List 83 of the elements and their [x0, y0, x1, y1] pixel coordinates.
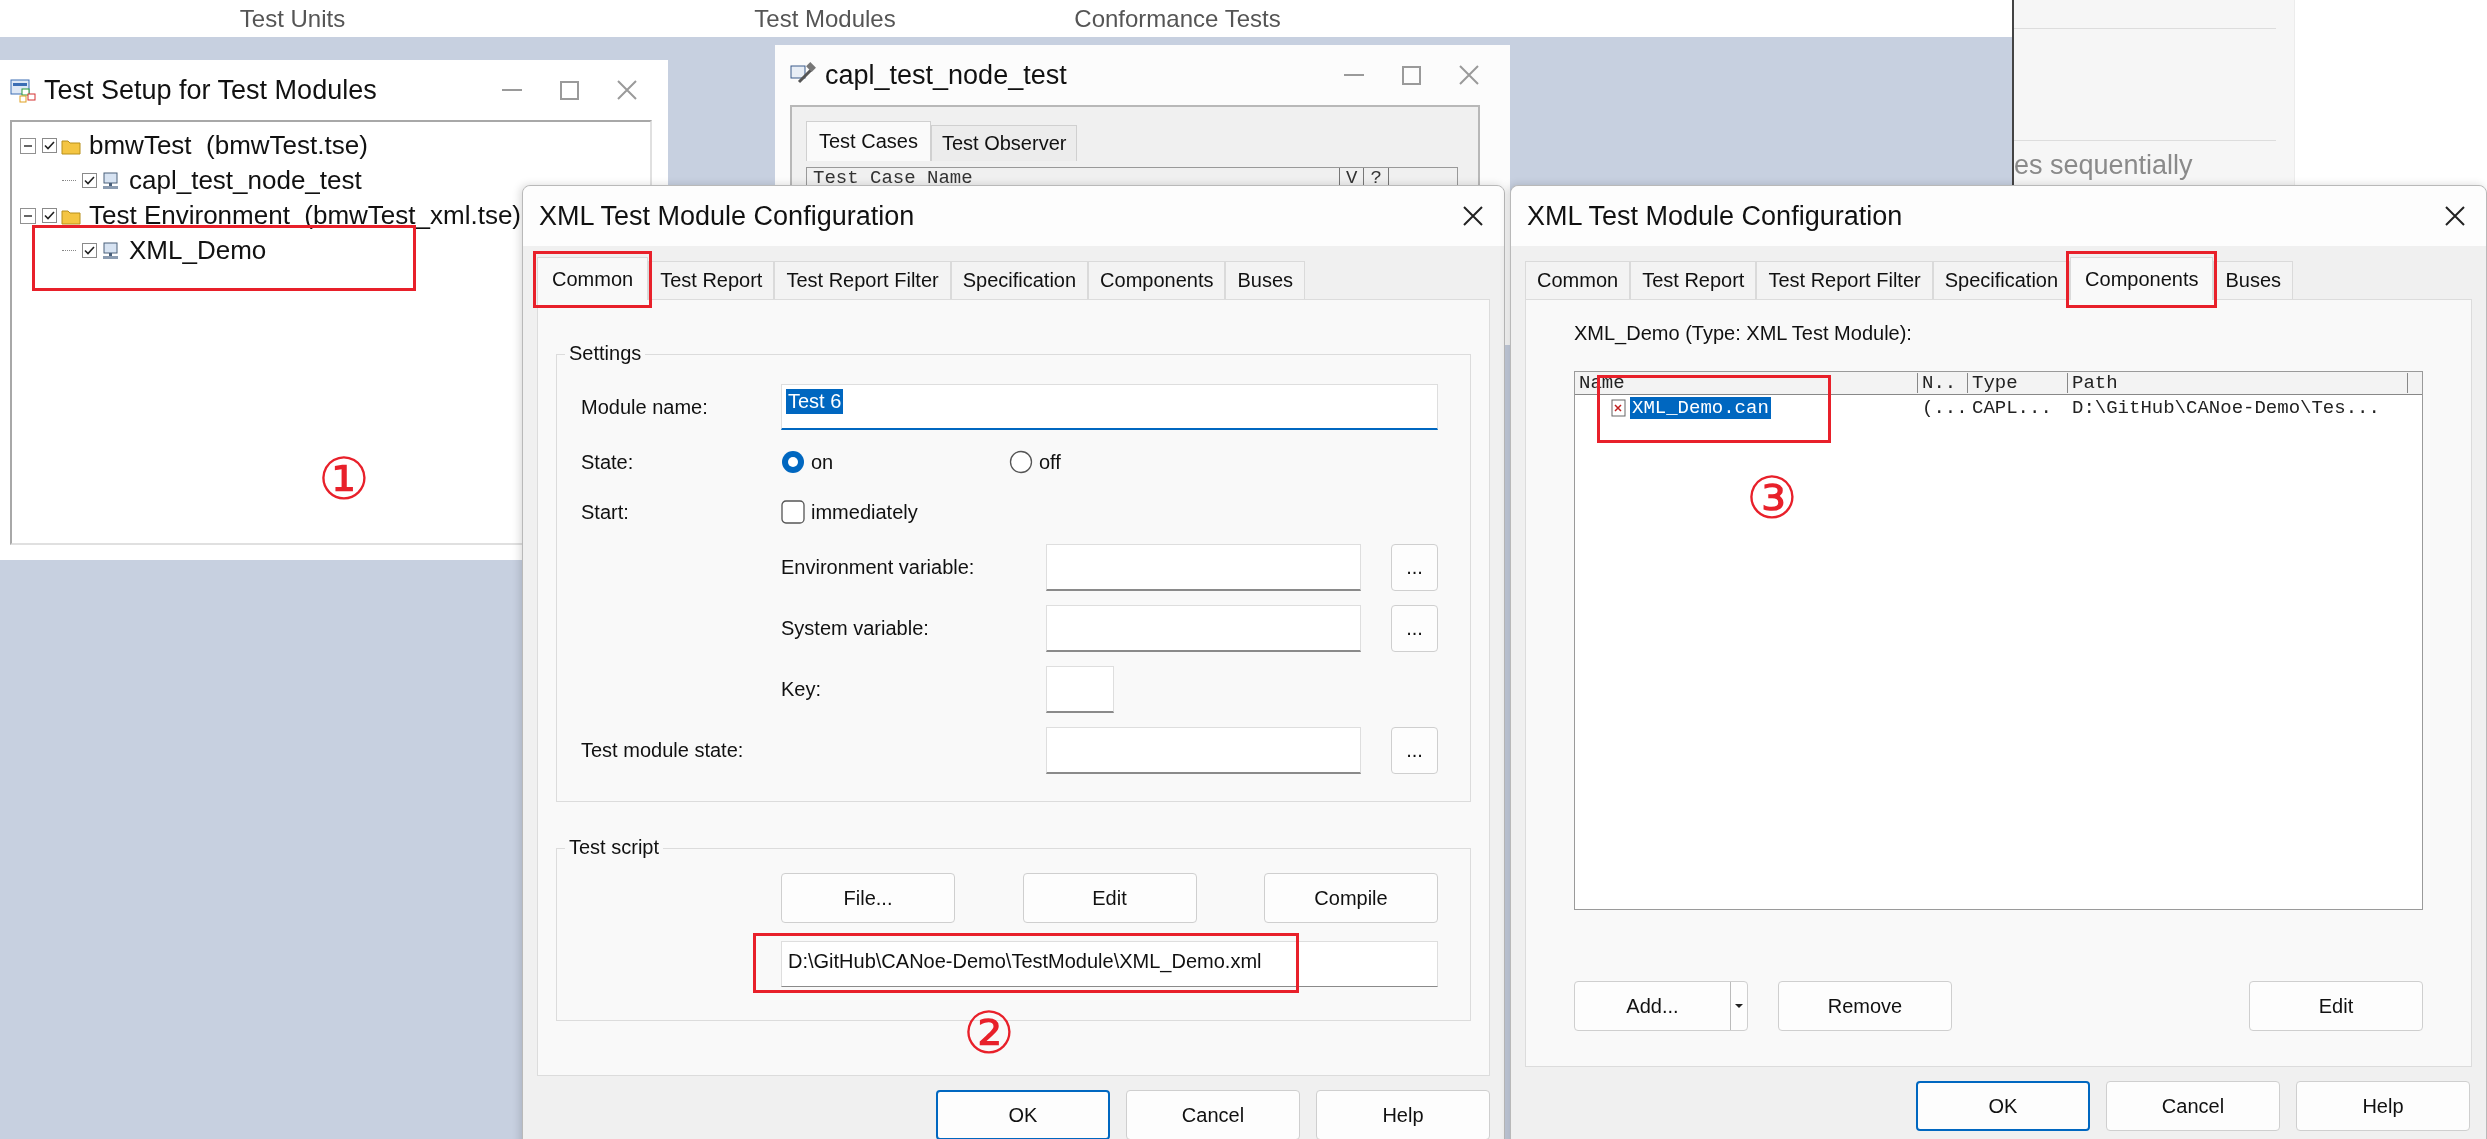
column-header[interactable]: Type	[1968, 373, 2068, 393]
heading-text: XML_Demo (Type: XML Test Module):	[1573, 321, 1913, 345]
tab[interactable]: Common	[537, 257, 649, 300]
field-label: Module name:	[581, 395, 709, 419]
tab[interactable]: Test Report	[1630, 261, 1757, 299]
text-field[interactable]	[1046, 544, 1361, 591]
script-button[interactable]: File...	[781, 873, 955, 923]
tab[interactable]: Components	[2070, 257, 2214, 300]
panel-text: es sequentially	[2014, 150, 2193, 181]
tree-item[interactable]: capl_test_node_test	[129, 165, 362, 196]
annotation-number: ③	[1746, 469, 1798, 527]
dialog-title: XML Test Module Configuration	[1527, 200, 1903, 232]
field-label: Start:	[581, 500, 630, 524]
column-header[interactable]: N..	[1918, 373, 1968, 393]
tab[interactable]: Components	[1088, 261, 1226, 299]
dialog-button[interactable]: OK	[936, 1090, 1110, 1139]
tab[interactable]: Buses	[2213, 261, 2294, 299]
tab[interactable]: Buses	[1225, 261, 1306, 299]
tab[interactable]: Test Modules	[754, 4, 896, 33]
tab[interactable]: Common	[1525, 261, 1631, 299]
close-icon	[616, 79, 638, 101]
field-label: Environment variable:	[781, 556, 976, 579]
path-field[interactable]: D:\GitHub\CANoe-Demo\TestModule\XML_Demo.xml	[781, 941, 1438, 987]
maximize-icon	[559, 79, 580, 101]
field-label: System variable:	[781, 617, 930, 640]
browse-button[interactable]: ...	[1391, 605, 1438, 652]
script-button[interactable]: Compile	[1264, 873, 1438, 923]
close-icon	[2444, 205, 2466, 227]
close-icon	[1462, 205, 1484, 227]
script-button[interactable]: Edit	[1022, 873, 1197, 923]
tree-item[interactable]: XML_Demo	[129, 235, 267, 266]
dialog-button[interactable]: Help	[2296, 1081, 2470, 1131]
table-cell-text: (...	[1921, 397, 1968, 419]
field-label: Test module state:	[581, 739, 745, 762]
tree-item[interactable]: Test Environment (bmwTest_xml.tse)	[89, 200, 521, 231]
dialog-button[interactable]: Cancel	[2106, 1081, 2280, 1131]
table-cell-text: CAPL...	[1971, 397, 2053, 419]
text-field[interactable]: Test 6	[781, 384, 1438, 430]
caret-icon	[1735, 1004, 1743, 1008]
tab[interactable]: Specification	[1932, 261, 2071, 299]
tree-item[interactable]: bmwTest (bmwTest.tse)	[89, 130, 368, 161]
radio-button[interactable]: on	[781, 450, 1009, 474]
field-label: State:	[581, 450, 635, 474]
tab[interactable]: Test Report Filter	[774, 261, 951, 299]
annotation-number: ①	[318, 450, 370, 508]
dialog-button[interactable]: Cancel	[1126, 1090, 1300, 1139]
group-label: Settings	[565, 342, 646, 365]
computer-icon	[101, 241, 121, 260]
table-cell-text: D:\GitHub\CANoe-Demo\Tes...	[2071, 397, 2381, 419]
file-icon	[1611, 399, 1626, 417]
tab[interactable]: Specification	[950, 261, 1089, 299]
tab[interactable]: Test Cases	[806, 121, 931, 161]
minimize-icon	[1343, 74, 1365, 76]
maximize-icon	[1401, 64, 1422, 86]
tab[interactable]: Conformance Tests	[1074, 4, 1281, 33]
action-button[interactable]: Edit	[2249, 981, 2423, 1031]
minimize-icon	[501, 89, 523, 91]
dialog-button[interactable]: OK	[1916, 1081, 2090, 1131]
text-field[interactable]	[1046, 605, 1361, 652]
list-item[interactable]: XML_Demo.can	[1630, 397, 1771, 419]
tab[interactable]: Test Report	[648, 261, 775, 299]
split-button[interactable]: Add...	[1574, 981, 1748, 1031]
app-icon	[10, 77, 36, 103]
group-label: Test script	[565, 836, 664, 859]
annotation-number: ②	[963, 1004, 1015, 1062]
computer-icon	[101, 171, 121, 190]
column-header[interactable]: Path	[2068, 373, 2408, 393]
action-button[interactable]: Remove	[1778, 981, 1952, 1031]
text-field[interactable]	[1046, 727, 1361, 774]
dialog-title: XML Test Module Configuration	[539, 200, 915, 232]
tab[interactable]: Test Report Filter	[1756, 261, 1933, 299]
radio-button[interactable]: off	[1009, 450, 1237, 474]
window-title: capl_test_node_test	[825, 59, 1067, 91]
tab[interactable]: Test Observer	[930, 125, 1078, 161]
window-title: Test Setup for Test Modules	[44, 74, 377, 106]
close-icon	[1458, 64, 1480, 86]
field-label: Key:	[781, 678, 823, 701]
browse-button[interactable]: ...	[1391, 727, 1438, 774]
checkbox[interactable]: immediately	[781, 494, 918, 530]
tab[interactable]: Test Units	[239, 4, 346, 33]
dialog-button[interactable]: Help	[1316, 1090, 1490, 1139]
text-field[interactable]	[1046, 666, 1114, 713]
browse-button[interactable]: ...	[1391, 544, 1438, 591]
